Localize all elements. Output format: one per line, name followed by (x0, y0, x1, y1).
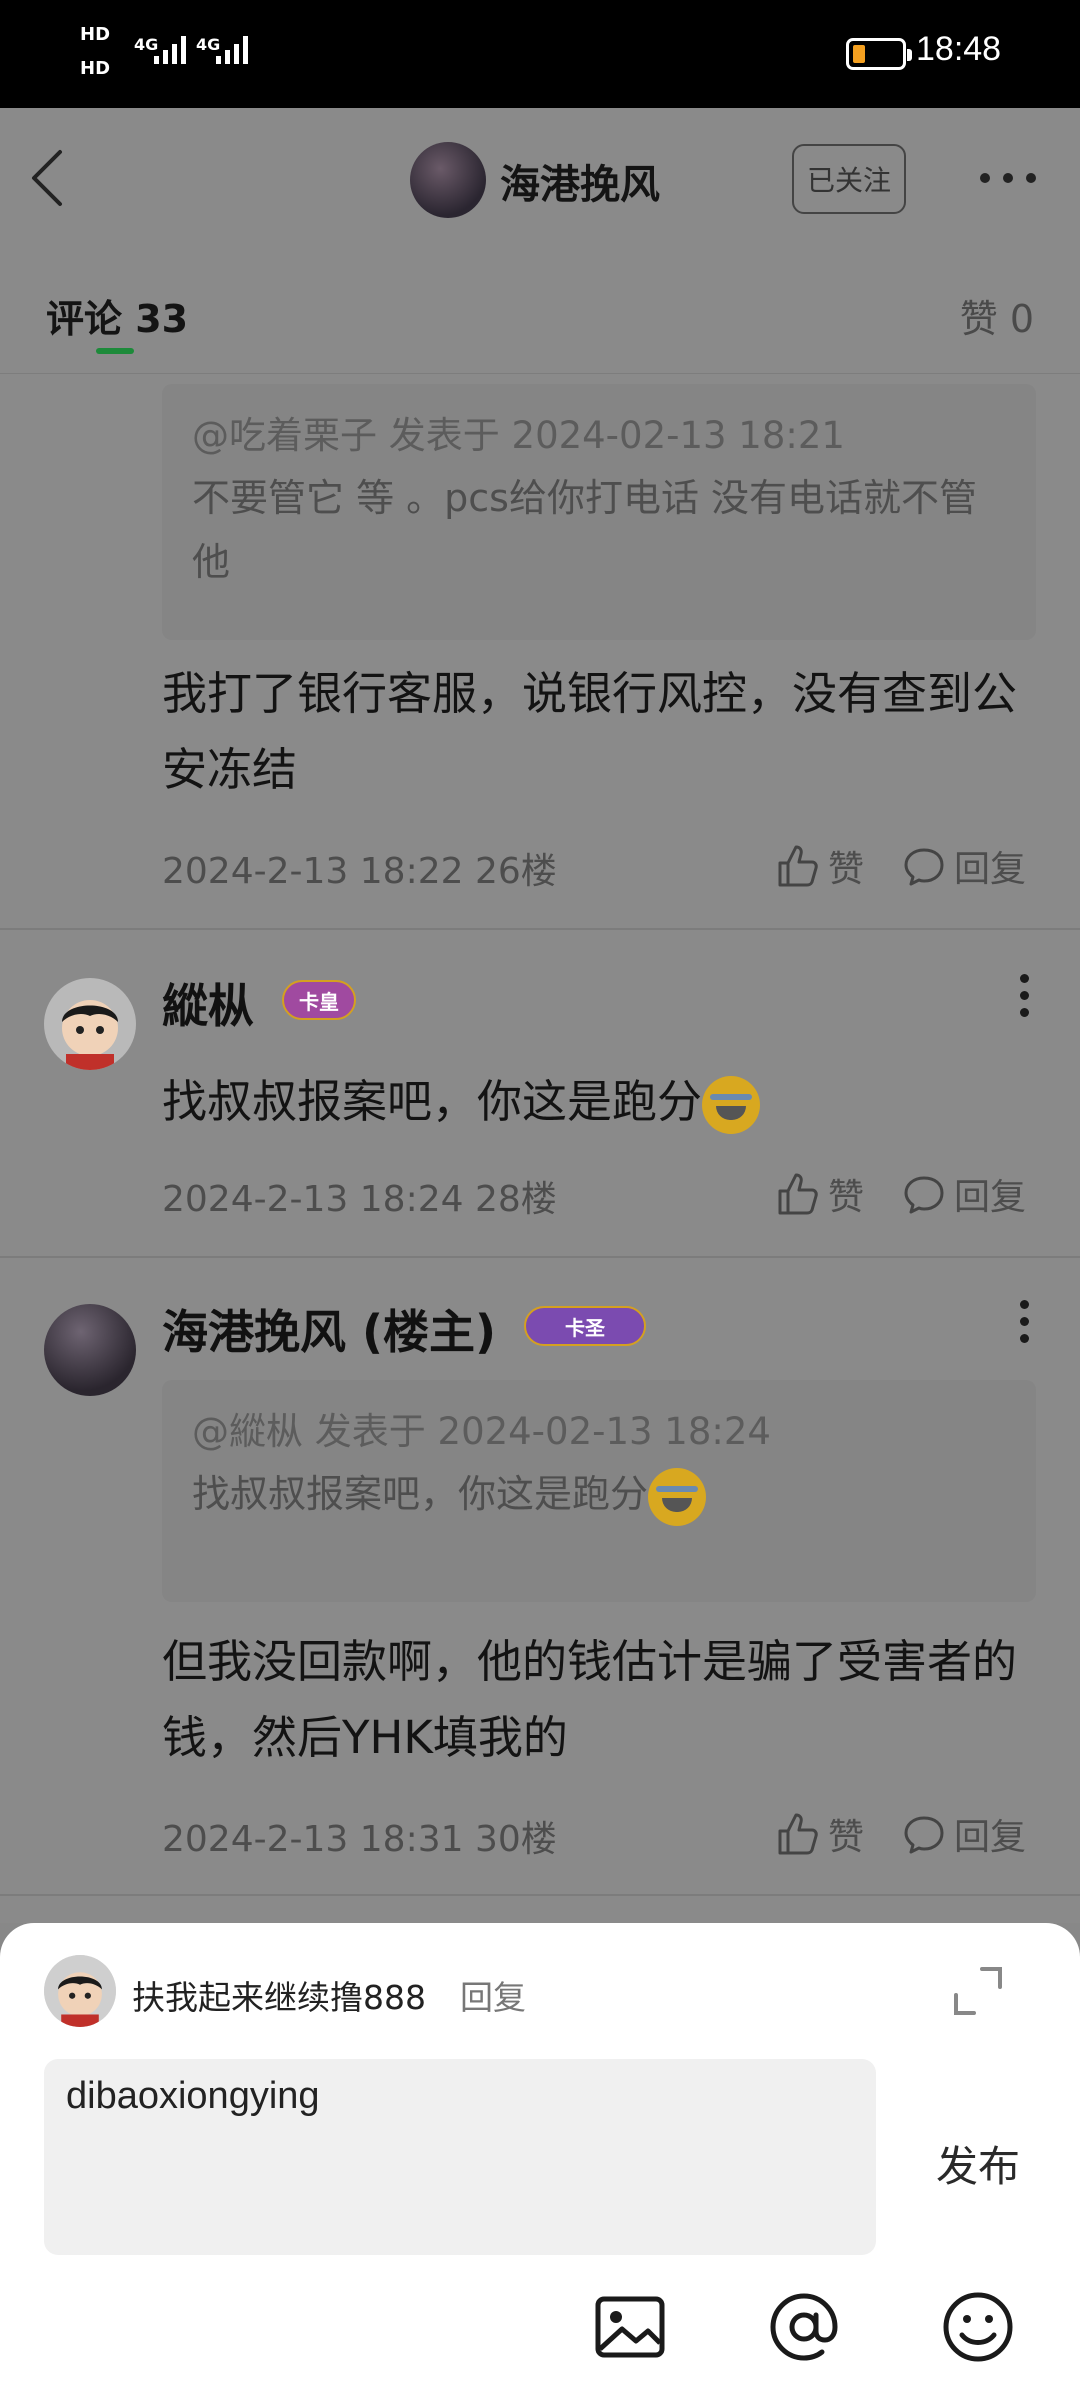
comment-meta: 2024-2-13 18:31 30楼 (162, 1819, 557, 1860)
tab-bar: 评论 33 赞 0 (0, 248, 1080, 374)
like-icon (778, 1813, 818, 1855)
quoted-comment[interactable]: @縱枞 发表于 2024-02-13 18:24 找叔叔报案吧，你这是跑分 (162, 1380, 1036, 1602)
tab-active-indicator (96, 348, 134, 354)
more-icon[interactable] (980, 166, 1036, 190)
reply-input[interactable]: dibaoxiongying (44, 2059, 876, 2255)
comment-meta: 2024-2-13 18:22 26楼 (162, 851, 557, 892)
nav-bar: 海港挽风 已关注 (0, 108, 1080, 248)
page-title[interactable]: 海港挽风 (500, 152, 660, 210)
like-label: 赞 (828, 1177, 865, 1218)
battery-icon (846, 38, 912, 70)
comment-body: 我打了银行客服，说银行风控，没有查到公安冻结 (162, 667, 1018, 796)
username[interactable]: 縱枞 (162, 970, 254, 1036)
signal2-icon (216, 36, 248, 64)
reply-label: 回复 (954, 1177, 1027, 1218)
sim2-label: HD (80, 58, 111, 79)
like-label: 赞 (828, 849, 865, 890)
like-button[interactable]: 赞 (774, 1168, 864, 1220)
sim1-label: HD (80, 24, 111, 45)
divider (0, 1256, 1080, 1258)
reply-button[interactable]: 回复 (902, 1808, 1026, 1860)
reply-icon (904, 1816, 944, 1854)
avatar[interactable] (44, 978, 136, 1070)
reply-label: 回复 (954, 849, 1027, 890)
signal1-icon (154, 36, 186, 64)
quote-header: @縱枞 发表于 2024-02-13 18:24 (192, 1410, 771, 1453)
publish-button[interactable]: 发布 (936, 2133, 1020, 2194)
status-bar: HD HD 4G 4G 18:48 (0, 0, 1080, 108)
reply-target-avatar (44, 1955, 116, 2027)
tab-likes[interactable]: 赞 0 (960, 288, 1034, 343)
level-badge: 卡皇 (282, 980, 356, 1020)
comment-body: 找叔叔报案吧，你这是跑分 (162, 1064, 1042, 1140)
back-icon[interactable] (28, 148, 68, 208)
follow-button[interactable]: 已关注 (792, 144, 906, 214)
username[interactable]: 海港挽风 (楼主) (162, 1296, 496, 1362)
quote-body: 找叔叔报案吧，你这是跑分 (192, 1462, 1006, 1526)
quote-body: 不要管它 等 。pcs给你打电话 没有电话就不管他 (192, 476, 978, 584)
reply-target-label: 回复 (460, 1978, 526, 2017)
comment-body: 但我没回款啊，他的钱估计是骗了受害者的钱，然后YHK填我的 (162, 1635, 1018, 1764)
app-content: 海港挽风 已关注 评论 33 赞 0 @吃着栗子 发表于 2024-02-13 … (0, 108, 1080, 1923)
crying-laugh-emoji-icon (648, 1467, 707, 1526)
comment-text: 找叔叔报案吧，你这是跑分 (162, 1075, 703, 1128)
reply-icon (904, 848, 944, 886)
reply-button[interactable]: 回复 (902, 1168, 1026, 1220)
expand-icon[interactable] (952, 1965, 1004, 2017)
crying-laugh-emoji-icon (702, 1076, 761, 1134)
comment-more-icon[interactable] (1020, 974, 1030, 1017)
quote-text: 找叔叔报案吧，你这是跑分 (192, 1472, 649, 1516)
like-icon (778, 1173, 818, 1215)
clock: 18:48 (916, 30, 1002, 68)
comment-meta: 2024-2-13 18:24 28楼 (162, 1179, 557, 1220)
like-label: 赞 (828, 1817, 865, 1858)
divider (0, 1894, 1080, 1896)
level-badge: 卡圣 (524, 1306, 646, 1346)
quoted-comment[interactable]: @吃着栗子 发表于 2024-02-13 18:21 不要管它 等 。pcs给你… (162, 384, 1036, 640)
reply-icon (904, 1176, 944, 1214)
at-icon[interactable] (766, 2289, 842, 2365)
author-avatar[interactable] (410, 142, 486, 218)
reply-label: 回复 (954, 1817, 1027, 1858)
emoji-icon[interactable] (940, 2289, 1016, 2365)
divider (0, 928, 1080, 930)
like-button[interactable]: 赞 (774, 840, 864, 892)
avatar[interactable] (44, 1304, 136, 1396)
comment-more-icon[interactable] (1020, 1300, 1030, 1343)
tab-comments[interactable]: 评论 33 (46, 288, 188, 343)
quote-header: @吃着栗子 发表于 2024-02-13 18:21 (192, 414, 845, 457)
like-icon (778, 845, 818, 887)
reply-button[interactable]: 回复 (902, 840, 1026, 892)
reply-sheet: 扶我起来继续撸888 回复 dibaoxiongying 发布 (0, 1923, 1080, 2400)
reply-target-name: 扶我起来继续撸888 (132, 1978, 426, 2017)
like-button[interactable]: 赞 (774, 1808, 864, 1860)
image-icon[interactable] (592, 2289, 668, 2365)
